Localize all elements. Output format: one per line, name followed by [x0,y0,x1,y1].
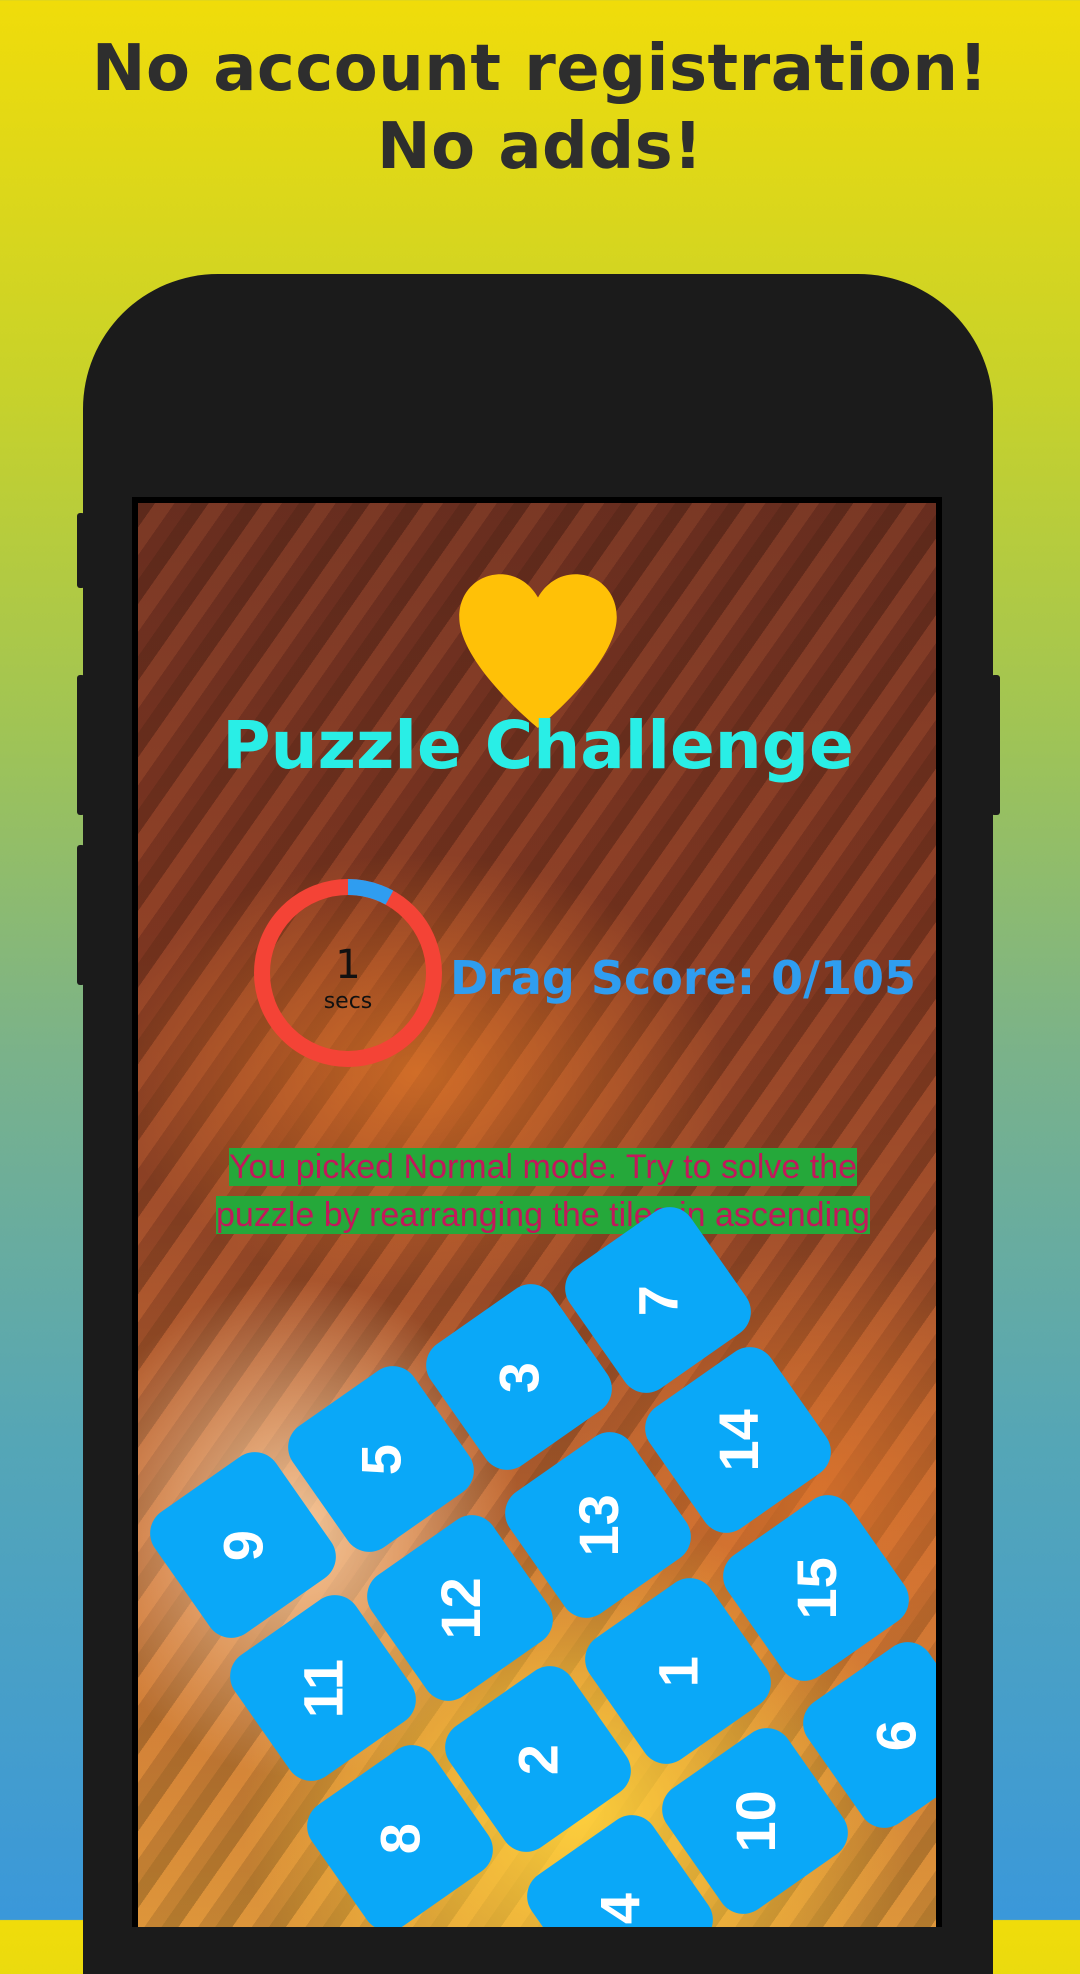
app-title: Puzzle Challenge [222,707,854,784]
tile-number: 11 [291,1658,355,1718]
tile-number: 13 [566,1493,630,1557]
tile-number: 2 [506,1743,570,1775]
tile-number: 10 [723,1789,787,1853]
tile-number: 4 [588,1892,652,1924]
tile-number: 9 [211,1529,275,1561]
tile-number: 7 [626,1284,690,1316]
tile-number: 8 [368,1822,432,1854]
tile-number: 5 [349,1443,413,1475]
phone-volume-down [77,845,85,985]
tile-number: 12 [428,1576,492,1640]
tile-number: 15 [784,1556,848,1620]
phone-silent-switch [77,513,85,588]
tile-number: 14 [706,1408,770,1472]
mode-message-text: You picked Normal mode. Try to solve the… [216,1148,870,1234]
tile-number: 1 [646,1655,710,1687]
phone-volume-up [77,675,85,815]
lava-background: Puzzle Challenge 1 secs Drag Score: 0/10… [138,503,936,1927]
mode-message: You picked Normal mode. Try to solve the… [208,1143,878,1239]
tile-number: 3 [487,1361,551,1393]
phone-power-button [991,675,1000,815]
app-screen: Puzzle Challenge 1 secs Drag Score: 0/10… [132,497,942,1927]
timer-unit: secs [323,989,373,1014]
tile-number: 6 [864,1719,928,1751]
timer-value: 1 [335,942,361,988]
promo-headline: No account registration! No adds! [91,32,989,184]
drag-score: Drag Score: 0/105 [450,951,916,1005]
